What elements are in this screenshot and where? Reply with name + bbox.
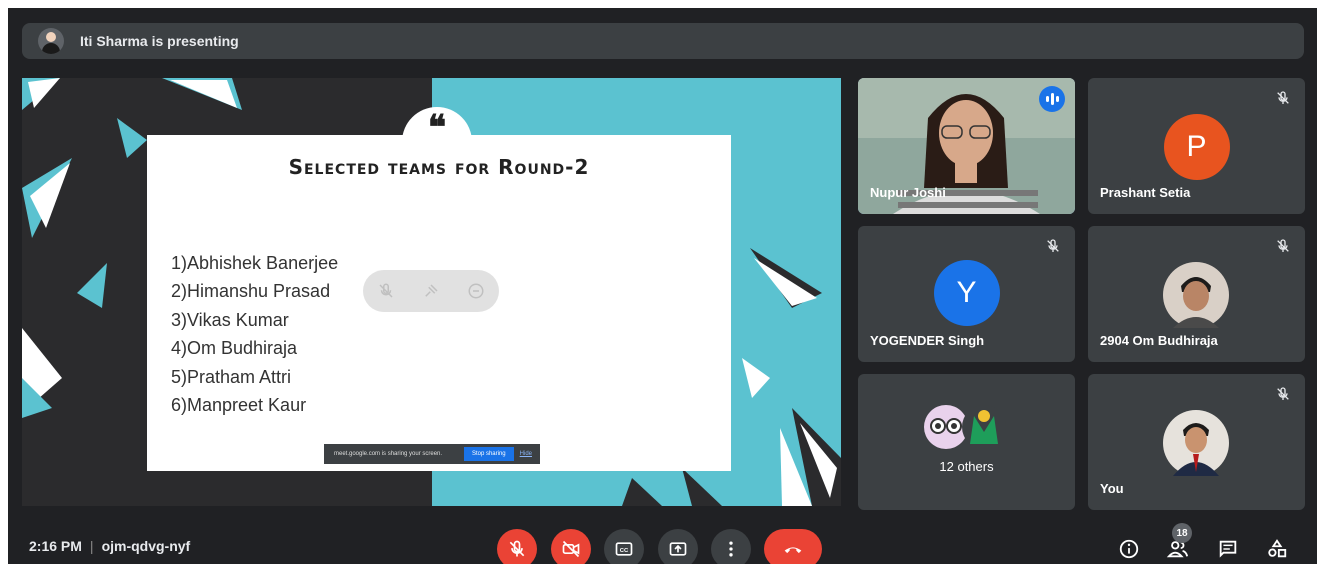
present-now-button[interactable] (658, 529, 698, 564)
presenting-text: Iti Sharma is presenting (80, 33, 239, 49)
list-item: 3)Vikas Kumar (171, 309, 289, 330)
team-list: 1)Abhishek Banerjee 2)Himanshu Prasad 3)… (171, 249, 338, 419)
participant-name: 12 others (939, 459, 994, 474)
participant-tile-om-budhiraja[interactable]: 2904 Om Budhiraja (1088, 226, 1305, 362)
participant-name: Prashant Setia (1100, 185, 1191, 200)
pin-off-icon[interactable] (422, 282, 440, 300)
participant-name: 2904 Om Budhiraja (1100, 333, 1218, 348)
bottom-bar: 2:16 PM | ojm-qdvg-nyf CC 18 (8, 523, 1317, 564)
avatar: Y (933, 260, 1000, 326)
present-screen-icon (669, 542, 687, 556)
participant-name: YOGENDER Singh (870, 333, 985, 348)
avatar: P (1163, 114, 1230, 180)
slide-card: ❝ Selected teams for Round-2 1)Abhishek … (147, 107, 731, 471)
participant-count-badge: 18 (1172, 523, 1192, 543)
avatar (1163, 262, 1229, 328)
presenting-banner: Iti Sharma is presenting (22, 23, 1304, 59)
list-item: 4)Om Budhiraja (171, 338, 298, 359)
camera-toggle-button[interactable] (551, 529, 591, 564)
people-button[interactable]: 18 (1166, 523, 1192, 561)
meet-window: Iti Sharma is presenting ❝ Selected team… (8, 8, 1317, 564)
camera-off-icon (562, 540, 580, 558)
participant-name: Nupur Joshi (870, 185, 946, 200)
more-vert-icon (729, 541, 733, 557)
hide-link[interactable]: Hide (520, 451, 532, 457)
mic-off-icon[interactable] (377, 282, 395, 300)
presentation-stage: ❝ Selected teams for Round-2 1)Abhishek … (22, 78, 841, 506)
slide-title: Selected teams for Round-2 (288, 155, 590, 179)
meeting-code: ojm-qdvg-nyf (101, 538, 191, 554)
participant-tile-others[interactable]: 12 others (858, 374, 1075, 510)
meeting-info: 2:16 PM | ojm-qdvg-nyf (29, 538, 191, 554)
mic-toggle-button[interactable] (497, 529, 537, 564)
speaking-indicator-icon (1039, 86, 1065, 112)
participant-tile-you[interactable]: You (1088, 374, 1305, 510)
avatar (1163, 410, 1229, 476)
info-icon (1119, 539, 1139, 559)
more-options-button[interactable] (711, 529, 751, 564)
others-avatars (924, 405, 1006, 449)
list-item: 6)Manpreet Kaur (171, 394, 307, 415)
mic-off-icon (1277, 239, 1289, 252)
leave-call-button[interactable] (764, 529, 822, 564)
clock-time: 2:16 PM (29, 538, 82, 554)
captions-icon: CC (615, 542, 633, 556)
stop-sharing-button[interactable]: Stop sharing (463, 447, 514, 461)
presenter-avatar (38, 28, 64, 54)
captions-button[interactable]: CC (604, 529, 644, 564)
chat-button[interactable] (1216, 537, 1240, 561)
participant-tile-nupur-joshi[interactable]: Nupur Joshi (858, 78, 1075, 214)
participant-tile-prashant-setia[interactable]: P Prashant Setia (1088, 78, 1305, 214)
list-item: 5)Pratham Attri (171, 366, 292, 387)
participant-tile-yogender-singh[interactable]: Y YOGENDER Singh (858, 226, 1075, 362)
list-item: 2)Himanshu Prasad (171, 281, 331, 302)
screen-share-notice: meet.google.com is sharing your screen. … (324, 444, 540, 464)
activities-button[interactable] (1265, 537, 1289, 561)
share-notice-text: meet.google.com is sharing your screen. (334, 451, 443, 457)
participant-name: You (1100, 481, 1124, 496)
mic-off-icon (1277, 387, 1289, 400)
more-options-icon[interactable] (467, 282, 485, 300)
activities-icon (1268, 539, 1287, 558)
mic-off-icon (1047, 239, 1059, 252)
mic-off-icon (1277, 91, 1289, 104)
end-call-icon (784, 547, 802, 554)
svg-text:CC: CC (620, 548, 629, 554)
chat-icon (1219, 540, 1237, 558)
mic-off-icon (509, 540, 525, 557)
list-item: 1)Abhishek Banerjee (171, 253, 339, 273)
hover-controls-overlay[interactable] (363, 270, 499, 312)
meeting-details-button[interactable] (1117, 537, 1141, 561)
